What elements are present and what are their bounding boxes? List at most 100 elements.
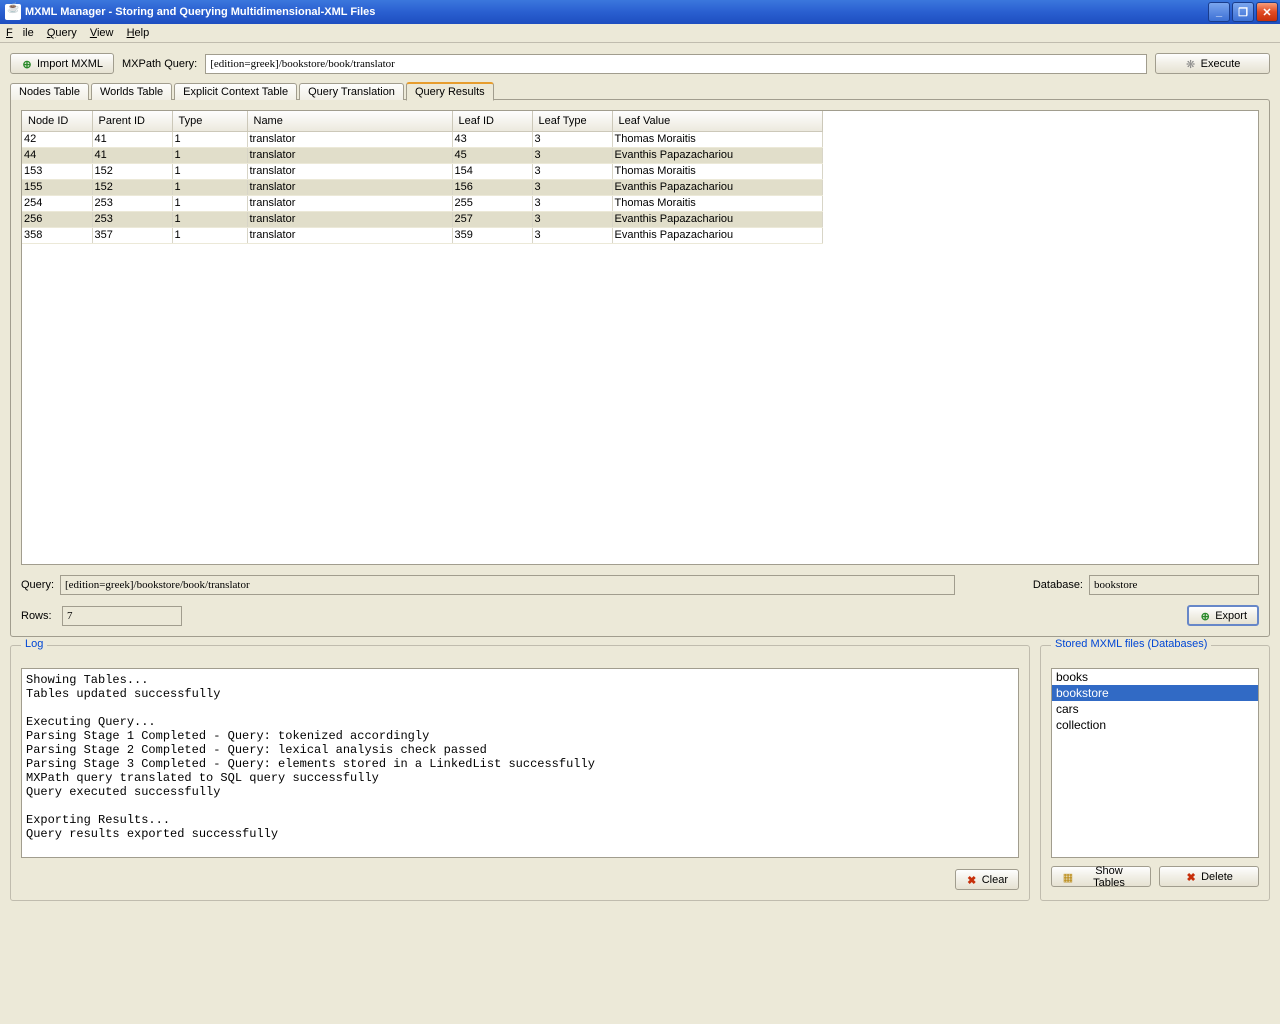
- tab-explicit[interactable]: Explicit Context Table: [174, 83, 297, 100]
- table-cell: translator: [247, 227, 452, 243]
- query-label: Query:: [21, 579, 54, 591]
- tabstrip: Nodes Table Worlds Table Explicit Contex…: [10, 81, 1270, 100]
- table-cell: 253: [92, 211, 172, 227]
- list-item[interactable]: cars: [1052, 701, 1258, 717]
- rows-value-display: [62, 606, 182, 626]
- x-icon: ✖: [966, 874, 978, 886]
- java-icon: [5, 4, 21, 20]
- table-cell: 43: [452, 131, 532, 147]
- table-cell: 1: [172, 211, 247, 227]
- clear-log-button[interactable]: ✖ Clear: [955, 869, 1019, 890]
- databases-list[interactable]: booksbookstorecarscollection: [1051, 668, 1259, 858]
- column-header[interactable]: Parent ID: [92, 111, 172, 131]
- table-cell: 1: [172, 179, 247, 195]
- column-header[interactable]: Name: [247, 111, 452, 131]
- table-row[interactable]: 42411translator433Thomas Moraitis: [22, 131, 822, 147]
- table-cell: translator: [247, 131, 452, 147]
- query-value-display: [60, 575, 955, 595]
- show-tables-button[interactable]: ▦ Show Tables: [1051, 866, 1151, 887]
- table-cell: 357: [92, 227, 172, 243]
- table-row[interactable]: 1531521translator1543Thomas Moraitis: [22, 163, 822, 179]
- import-mxml-button[interactable]: ⊕ Import MXML: [10, 53, 114, 74]
- table-cell: Evanthis Papazachariou: [612, 179, 822, 195]
- query-info-row1: Query: Database:: [21, 575, 1259, 595]
- databases-panel: Stored MXML files (Databases) booksbooks…: [1040, 645, 1270, 901]
- tab-worlds[interactable]: Worlds Table: [91, 83, 172, 100]
- table-cell: translator: [247, 211, 452, 227]
- log-text[interactable]: [21, 668, 1019, 858]
- column-header[interactable]: Node ID: [22, 111, 92, 131]
- table-cell: Evanthis Papazachariou: [612, 227, 822, 243]
- column-header[interactable]: Leaf Value: [612, 111, 822, 131]
- table-cell: 358: [22, 227, 92, 243]
- table-cell: 253: [92, 195, 172, 211]
- close-button[interactable]: ✕: [1256, 2, 1278, 22]
- table-cell: 42: [22, 131, 92, 147]
- table-cell: 3: [532, 179, 612, 195]
- menubar: File Query View Help: [0, 24, 1280, 43]
- column-header[interactable]: Leaf Type: [532, 111, 612, 131]
- table-cell: 1: [172, 163, 247, 179]
- tab-results[interactable]: Query Results: [406, 82, 494, 101]
- table-cell: 153: [22, 163, 92, 179]
- export-button[interactable]: ⊕ Export: [1187, 605, 1259, 626]
- table-row[interactable]: 3583571translator3593Evanthis Papazachar…: [22, 227, 822, 243]
- table-cell: 3: [532, 211, 612, 227]
- menu-query[interactable]: Query: [47, 27, 77, 39]
- titlebar: MXML Manager - Storing and Querying Mult…: [0, 0, 1280, 24]
- table-cell: 256: [22, 211, 92, 227]
- plus-icon: ⊕: [1199, 610, 1211, 622]
- grid-icon: ▦: [1062, 871, 1074, 883]
- table-cell: 1: [172, 147, 247, 163]
- table-cell: 3: [532, 195, 612, 211]
- tab-nodes[interactable]: Nodes Table: [10, 83, 89, 100]
- column-header[interactable]: Leaf ID: [452, 111, 532, 131]
- table-cell: 3: [532, 131, 612, 147]
- rows-label: Rows:: [21, 610, 56, 622]
- menu-view[interactable]: View: [90, 27, 114, 39]
- table-cell: 1: [172, 195, 247, 211]
- tab-panel: Nodes Table Worlds Table Explicit Contex…: [10, 80, 1270, 637]
- gear-icon: ❋: [1185, 58, 1197, 70]
- log-legend: Log: [21, 638, 47, 650]
- query-info-row2: Rows: ⊕ Export: [21, 605, 1259, 626]
- mxpath-input[interactable]: [205, 54, 1147, 74]
- table-row[interactable]: 1551521translator1563Evanthis Papazachar…: [22, 179, 822, 195]
- plus-icon: ⊕: [21, 58, 33, 70]
- table-cell: 359: [452, 227, 532, 243]
- execute-button[interactable]: ❋ Execute: [1155, 53, 1270, 74]
- table-row[interactable]: 2542531translator2553Thomas Moraitis: [22, 195, 822, 211]
- table-cell: translator: [247, 179, 452, 195]
- table-cell: Evanthis Papazachariou: [612, 211, 822, 227]
- tab-translation[interactable]: Query Translation: [299, 83, 404, 100]
- clear-label: Clear: [982, 874, 1008, 886]
- table-cell: Thomas Moraitis: [612, 163, 822, 179]
- table-cell: 154: [452, 163, 532, 179]
- column-header[interactable]: Type: [172, 111, 247, 131]
- export-label: Export: [1215, 610, 1247, 622]
- table-row[interactable]: 44411translator453Evanthis Papazachariou: [22, 147, 822, 163]
- x-icon: ✖: [1185, 871, 1197, 883]
- table-cell: 156: [452, 179, 532, 195]
- delete-db-button[interactable]: ✖ Delete: [1159, 866, 1259, 887]
- window-title: MXML Manager - Storing and Querying Mult…: [25, 6, 1206, 18]
- table-cell: 3: [532, 147, 612, 163]
- table-cell: 44: [22, 147, 92, 163]
- table-row[interactable]: 2562531translator2573Evanthis Papazachar…: [22, 211, 822, 227]
- list-item[interactable]: collection: [1052, 717, 1258, 733]
- table-cell: 41: [92, 131, 172, 147]
- table-cell: 1: [172, 227, 247, 243]
- menu-help[interactable]: Help: [127, 27, 150, 39]
- maximize-button[interactable]: ❐: [1232, 2, 1254, 22]
- toolbar: ⊕ Import MXML MXPath Query: ❋ Execute: [0, 43, 1280, 80]
- results-table-wrap: Node IDParent IDTypeNameLeaf IDLeaf Type…: [21, 110, 1259, 565]
- databases-legend: Stored MXML files (Databases): [1051, 638, 1211, 650]
- minimize-button[interactable]: _: [1208, 2, 1230, 22]
- table-cell: Thomas Moraitis: [612, 131, 822, 147]
- import-label: Import MXML: [37, 58, 103, 70]
- menu-file[interactable]: File: [6, 27, 34, 39]
- list-item[interactable]: books: [1052, 669, 1258, 685]
- table-cell: 152: [92, 179, 172, 195]
- list-item[interactable]: bookstore: [1052, 685, 1258, 701]
- execute-label: Execute: [1201, 58, 1241, 70]
